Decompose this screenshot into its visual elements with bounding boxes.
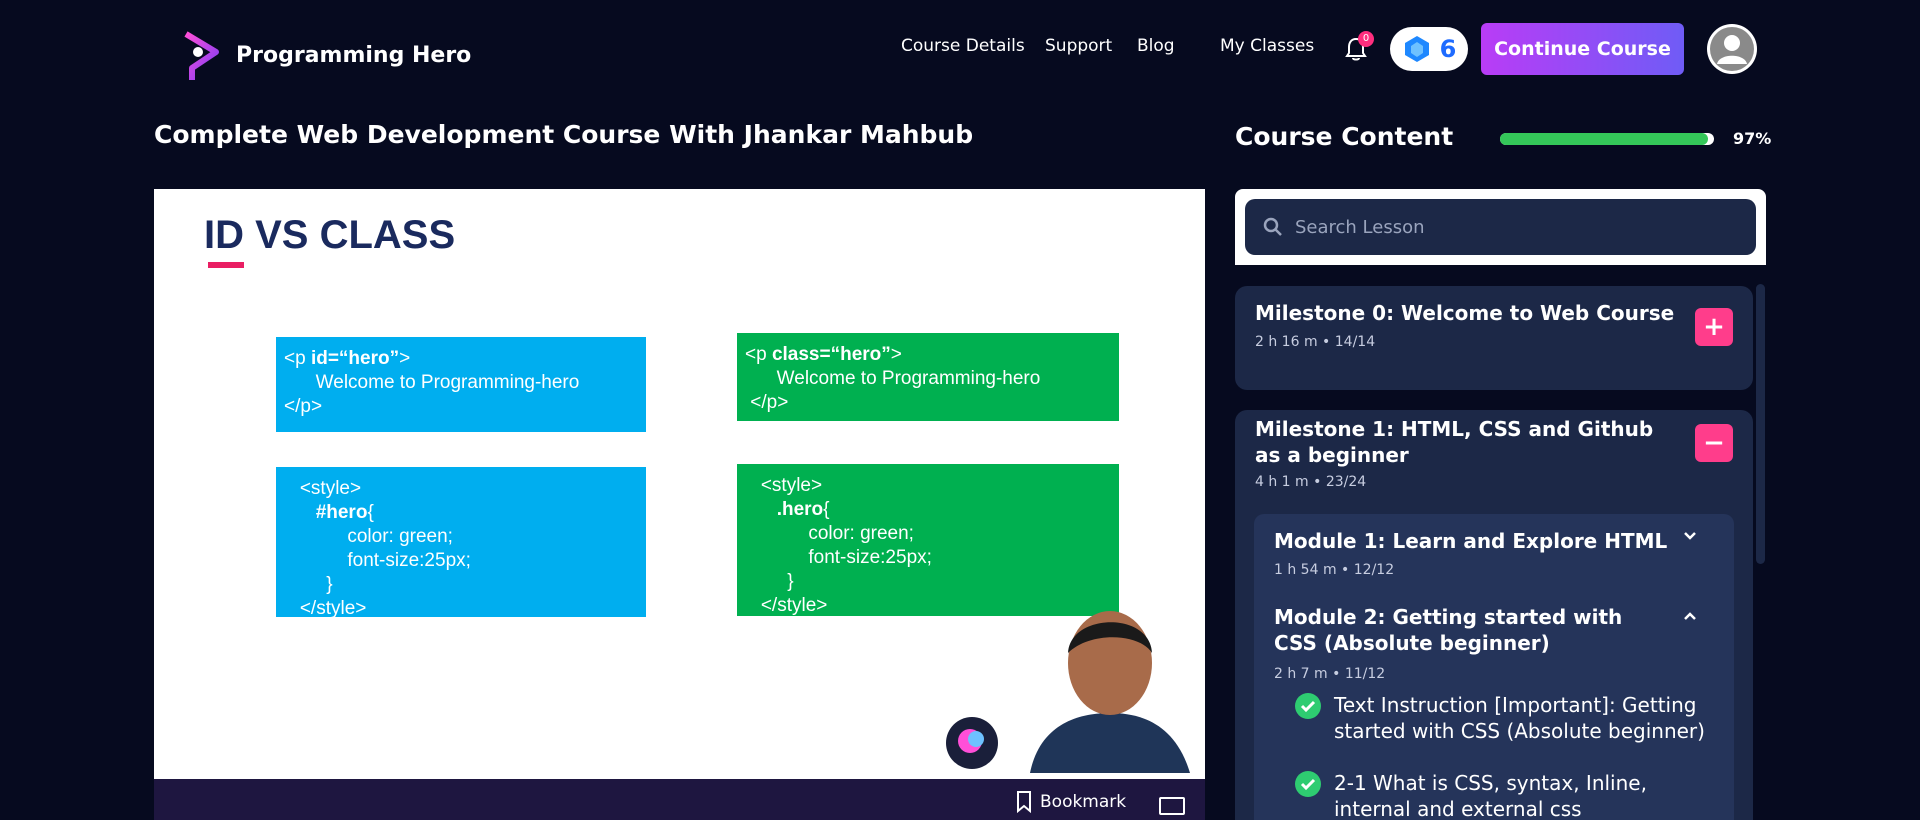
code-text: <style> [745,475,823,496]
notification-count-badge: 0 [1358,31,1374,47]
theater-mode-icon[interactable] [1159,797,1185,815]
bookmark-icon [1017,791,1031,813]
code-attr: id=“hero” [310,348,400,369]
chevron-up-icon[interactable] [1682,608,1698,624]
nav-blog[interactable]: Blog [1137,36,1175,56]
user-avatar[interactable] [1707,24,1757,74]
expand-milestone-button[interactable]: + [1695,308,1733,346]
milestone-progress: 23/24 [1325,474,1367,490]
code-text: </style> [284,598,367,619]
milestone-duration: 2 h 16 m [1255,334,1318,350]
presenter-video [1030,611,1190,773]
modules-panel: Module 1: Learn and Explore HTML 1 h 54 … [1254,514,1734,820]
code-text: font-size:25px; [284,550,471,571]
code-text: Welcome to Programming-hero [745,368,1041,389]
code-text: > [399,348,411,369]
code-text: > [890,344,902,365]
sidebar-scrollbar[interactable] [1756,284,1765,564]
code-text: } [745,571,794,592]
chevron-down-icon[interactable] [1682,528,1698,544]
nav-support[interactable]: Support [1045,36,1112,56]
code-attr: class=“hero” [771,344,891,365]
completed-check-icon [1295,771,1321,797]
course-progress-percent: 97% [1733,129,1772,148]
search-container [1235,189,1766,265]
code-text: color: green; [284,526,453,547]
nav-my-classes[interactable]: My Classes [1220,36,1314,56]
module-title[interactable]: Module 2: Getting started with CSS (Abso… [1274,604,1664,656]
module-meta: 2 h 7 m • 11/12 [1274,666,1386,682]
code-text: font-size:25px; [745,547,932,568]
lesson-item[interactable]: 2-1 What is CSS, syntax, Inline, interna… [1294,770,1724,820]
milestone-progress: 14/14 [1334,334,1376,350]
class-css-code-box: <style> .hero{ color: green; font-size:2… [737,464,1119,616]
collapse-milestone-button[interactable]: − [1695,424,1733,462]
presenter-brand-mark [946,717,998,769]
course-content-heading: Course Content [1235,122,1454,151]
brand-badge-icon [958,729,984,753]
code-selector: .hero [776,499,824,520]
nav-course-details[interactable]: Course Details [901,36,1025,56]
code-text: <p [745,344,772,365]
milestone-title: Milestone 1: HTML, CSS and Github as a b… [1255,417,1654,467]
slide-title-underline [208,262,244,268]
bookmark-button[interactable]: Bookmark [1016,791,1126,813]
gems-counter[interactable]: 6 [1390,27,1468,71]
search-icon [1263,217,1282,236]
module-title[interactable]: Module 1: Learn and Explore HTML [1274,528,1674,554]
course-progress-fill [1500,133,1708,145]
bookmark-label: Bookmark [1040,792,1127,812]
slide-title: ID VS CLASS [204,213,456,257]
code-text: <p [284,348,311,369]
code-text: { [823,499,830,520]
milestone-meta: 2 h 16 m • 14/14 [1255,334,1376,350]
lesson-title: Text Instruction [Important]: Getting st… [1334,693,1705,743]
milestone-duration: 4 h 1 m [1255,474,1309,490]
class-html-code-box: <p class=“hero”> Welcome to Programming-… [737,333,1119,421]
module-meta: 1 h 54 m • 12/12 [1274,562,1395,578]
search-lesson-box[interactable] [1245,199,1756,255]
code-text: color: green; [745,523,914,544]
module-duration: 1 h 54 m [1274,562,1337,578]
search-lesson-input[interactable] [1295,216,1715,238]
course-progress-bar [1500,133,1714,145]
id-html-code-box: <p id=“hero”> Welcome to Programming-her… [276,337,646,432]
code-text: <style> [284,478,362,499]
code-text: </style> [745,595,828,616]
module-progress: 12/12 [1353,562,1395,578]
gem-icon [1404,36,1429,62]
gems-count: 6 [1439,35,1457,63]
programming-hero-logo-icon [183,31,219,80]
user-avatar-icon [1710,27,1754,71]
code-text: </p> [745,392,789,413]
code-selector: #hero [315,502,368,523]
module-progress: 11/12 [1344,666,1386,682]
milestone-card[interactable]: Milestone 0: Welcome to Web Course 2 h 1… [1235,286,1753,390]
course-title: Complete Web Development Course With Jha… [154,120,974,149]
lesson-item[interactable]: Text Instruction [Important]: Getting st… [1294,692,1724,744]
continue-course-button[interactable]: Continue Course [1481,23,1684,75]
completed-check-icon [1295,693,1321,719]
code-text: </p> [284,396,323,417]
milestone-title: Milestone 0: Welcome to Web Course [1255,301,1675,325]
id-css-code-box: <style> #hero{ color: green; font-size:2… [276,467,646,619]
milestone-meta: 4 h 1 m • 23/24 [1255,474,1367,490]
module-duration: 2 h 7 m [1274,666,1328,682]
code-text: } [284,574,333,595]
lesson-title: 2-1 What is CSS, syntax, Inline, interna… [1334,771,1647,820]
brand-name: Programming Hero [236,42,472,68]
brand-logo[interactable]: Programming Hero [178,28,471,82]
code-text: { [367,502,374,523]
code-text: Welcome to Programming-hero [284,372,580,393]
video-player[interactable]: ID VS CLASS <p id=“hero”> Welcome to Pro… [154,189,1205,820]
